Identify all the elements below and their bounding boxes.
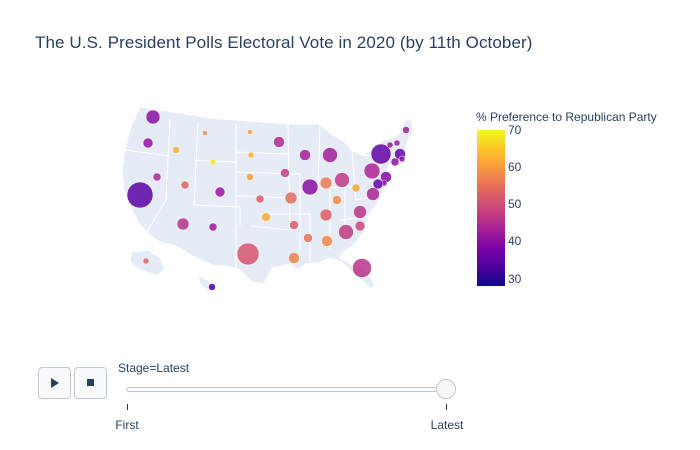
marker-ct[interactable]	[390, 157, 400, 167]
marker-ne[interactable]	[246, 173, 254, 181]
marker-nv[interactable]	[152, 172, 162, 182]
marker-md[interactable]	[372, 178, 384, 190]
colorbar-gradient	[477, 130, 505, 286]
marker-wa[interactable]	[145, 109, 161, 125]
slider-current-value: Stage=Latest	[118, 361, 190, 375]
marker-tx[interactable]	[236, 242, 260, 266]
colorbar-title: % Preference to Republican Party	[476, 110, 657, 124]
colorbar-tick-70: 70	[508, 123, 522, 137]
marker-sc[interactable]	[354, 220, 366, 232]
marker-wv[interactable]	[351, 183, 361, 193]
slider-rail[interactable]	[126, 387, 450, 392]
colorbar-tick-30: 30	[508, 271, 522, 286]
step-tick-latest	[446, 404, 447, 410]
marker-nh[interactable]	[393, 139, 401, 147]
marker-tn[interactable]	[319, 208, 333, 222]
marker-vt[interactable]	[386, 141, 394, 149]
marker-hi[interactable]	[208, 283, 216, 291]
marker-il[interactable]	[301, 178, 319, 196]
marker-nd[interactable]	[247, 129, 253, 135]
marker-az[interactable]	[176, 217, 190, 231]
colorbar-tick-40: 40	[508, 234, 522, 249]
marker-ia[interactable]	[280, 168, 290, 178]
marker-wi[interactable]	[299, 149, 311, 161]
marker-ks[interactable]	[255, 194, 265, 204]
slider-handle[interactable]	[436, 379, 456, 399]
marker-sd[interactable]	[247, 151, 255, 159]
marker-nm[interactable]	[208, 222, 218, 232]
marker-ok[interactable]	[261, 212, 271, 222]
marker-ar[interactable]	[289, 220, 299, 230]
marker-wy[interactable]	[209, 158, 217, 166]
marker-oh[interactable]	[334, 172, 350, 188]
marker-pa[interactable]	[363, 162, 381, 180]
marker-or[interactable]	[142, 137, 154, 149]
step-label-first[interactable]: First	[115, 418, 138, 432]
play-icon	[50, 378, 59, 388]
marker-ga[interactable]	[338, 224, 354, 240]
marker-id[interactable]	[172, 146, 180, 154]
marker-mi[interactable]	[322, 147, 338, 163]
play-button[interactable]	[38, 367, 71, 399]
marker-va[interactable]	[366, 187, 380, 201]
marker-me[interactable]	[402, 126, 410, 134]
marker-in[interactable]	[319, 176, 333, 190]
marker-ut[interactable]	[180, 180, 190, 190]
marker-ri[interactable]	[398, 155, 406, 163]
step-tick-first	[127, 404, 128, 410]
marker-ca[interactable]	[126, 181, 154, 209]
marker-mn[interactable]	[273, 136, 285, 148]
marker-la[interactable]	[288, 252, 300, 264]
marker-mt[interactable]	[202, 130, 208, 136]
marker-al[interactable]	[321, 235, 333, 247]
step-label-latest[interactable]: Latest	[431, 418, 464, 432]
colorbar-tick-60: 60	[508, 160, 522, 175]
stop-icon	[86, 379, 94, 386]
marker-co[interactable]	[214, 186, 226, 198]
marker-ms[interactable]	[303, 233, 313, 243]
marker-mo[interactable]	[284, 191, 298, 205]
stop-button[interactable]	[74, 367, 107, 399]
marker-fl[interactable]	[352, 258, 372, 278]
marker-ak[interactable]	[142, 257, 150, 265]
marker-nc[interactable]	[353, 205, 367, 219]
marker-ky[interactable]	[332, 195, 342, 205]
colorbar-tick-50: 50	[508, 197, 522, 212]
